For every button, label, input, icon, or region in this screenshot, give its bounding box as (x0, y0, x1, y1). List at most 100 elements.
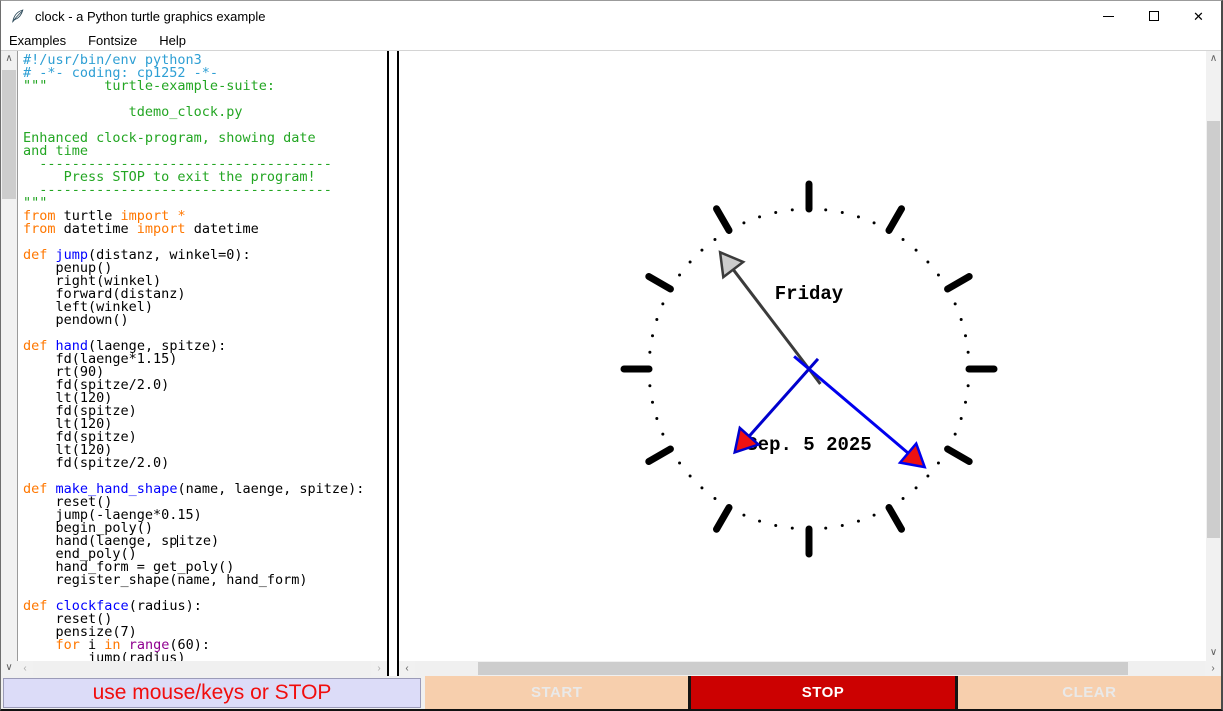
code-pane: #!/usr/bin/env python3 # -*- coding: cp12… (17, 51, 387, 676)
turtle-graphics-canvas[interactable]: Friday Sep. 5 2025 (399, 51, 1206, 661)
minute-dot (966, 350, 970, 354)
minute-dot (774, 524, 778, 528)
close-icon: ✕ (1193, 8, 1204, 24)
scroll-right-icon[interactable]: › (1205, 661, 1221, 676)
hour-tick (713, 504, 733, 533)
main-content: ∧ ∨ #!/usr/bin/env python3 # -*- coding: … (1, 51, 1221, 676)
minute-dot (936, 273, 940, 277)
minute-dot (926, 260, 930, 264)
minute-dot (648, 384, 652, 388)
minute-dot (774, 210, 778, 214)
stop-button[interactable]: STOP (691, 676, 955, 709)
minute-dot (964, 400, 968, 404)
minute-dot (661, 302, 665, 306)
minute-dot (914, 248, 918, 252)
scroll-down-icon[interactable]: ∨ (1, 660, 17, 676)
close-button[interactable]: ✕ (1176, 1, 1221, 31)
menu-examples[interactable]: Examples (1, 31, 77, 50)
scroll-left-icon[interactable]: ‹ (399, 661, 415, 676)
minute-dot (936, 461, 940, 465)
minute-dot (840, 210, 844, 214)
window-title: clock - a Python turtle graphics example (35, 8, 266, 24)
canvas-horizontal-scrollbar[interactable]: ‹ › (399, 661, 1221, 676)
clock-canvas-svg: Friday Sep. 5 2025 (620, 180, 998, 558)
demo-buttons: START STOP CLEAR (425, 676, 1221, 709)
clear-button[interactable]: CLEAR (957, 676, 1221, 709)
minute-dot (700, 248, 704, 252)
minute-dot (964, 334, 968, 338)
hour-tick (645, 273, 674, 293)
minute-dot (688, 260, 692, 264)
minute-dot (856, 519, 860, 523)
hour-tick (885, 205, 905, 234)
minute-dot (872, 221, 876, 225)
hour-tick (645, 445, 674, 465)
minute-dot (655, 318, 659, 322)
minute-dot (713, 238, 717, 242)
minute-dot (966, 384, 970, 388)
status-label: use mouse/keys or STOP (3, 678, 421, 708)
hour-tick (885, 504, 905, 533)
minute-dot (790, 526, 794, 530)
canvas-vscroll-thumb[interactable] (1207, 121, 1220, 538)
menu-fontsize[interactable]: Fontsize (77, 31, 148, 50)
scroll-up-icon[interactable]: ∧ (1, 51, 17, 67)
title-bar[interactable]: clock - a Python turtle graphics example… (1, 1, 1221, 31)
minute-dot (678, 461, 682, 465)
pane-sash[interactable] (387, 51, 399, 676)
turtledemo-window: clock - a Python turtle graphics example… (0, 0, 1223, 711)
canvas-pane: Friday Sep. 5 2025 ∧ ∨ ‹ › (399, 51, 1221, 676)
minute-dot (959, 318, 963, 322)
hour-tick (713, 205, 733, 234)
minute-dot (713, 496, 717, 500)
minute-hand (793, 355, 927, 469)
minute-dot (926, 474, 930, 478)
minute-dot (824, 208, 828, 212)
minute-dot (840, 524, 844, 528)
minimize-icon (1103, 15, 1114, 17)
code-text[interactable]: #!/usr/bin/env python3 # -*- coding: cp12… (17, 51, 387, 661)
canvas-hscroll-thumb[interactable] (478, 662, 1128, 675)
minute-dot (742, 513, 746, 517)
hour-tick (944, 273, 973, 293)
minute-dot (856, 215, 860, 219)
code-vscroll-thumb[interactable] (2, 70, 16, 199)
maximize-button[interactable] (1131, 1, 1176, 31)
code-horizontal-scrollbar[interactable]: ‹ › (17, 661, 387, 676)
minute-dot (678, 273, 682, 277)
minute-dot (914, 486, 918, 490)
code-vertical-scrollbar[interactable]: ∧ ∨ (1, 51, 17, 676)
minute-dot (901, 238, 905, 242)
scroll-up-icon[interactable]: ∧ (1206, 51, 1221, 67)
python-feather-icon (12, 9, 24, 24)
start-button[interactable]: START (425, 676, 689, 709)
scroll-right-icon[interactable]: › (371, 661, 387, 676)
minute-dot (901, 496, 905, 500)
minute-dot (648, 350, 652, 354)
date-label: Sep. 5 2025 (746, 434, 871, 456)
second-hand (718, 250, 822, 385)
minute-dot (661, 432, 665, 436)
bottom-bar: use mouse/keys or STOP START STOP CLEAR (1, 676, 1221, 709)
scroll-down-icon[interactable]: ∨ (1206, 645, 1221, 661)
minute-dot (953, 302, 957, 306)
minimize-button[interactable] (1086, 1, 1131, 31)
maximize-icon (1148, 11, 1159, 21)
minute-dot (872, 513, 876, 517)
menu-help[interactable]: Help (148, 31, 197, 50)
minute-dot (700, 486, 704, 490)
minute-dot (790, 208, 794, 212)
day-label: Friday (775, 283, 844, 305)
minute-dot (650, 334, 654, 338)
minute-dot (824, 526, 828, 530)
canvas-vertical-scrollbar[interactable]: ∧ ∨ (1206, 51, 1221, 661)
menu-bar: Examples Fontsize Help (1, 31, 1221, 51)
minute-dot (758, 519, 762, 523)
minute-dot (758, 215, 762, 219)
minute-dot (655, 416, 659, 420)
minute-dot (650, 400, 654, 404)
minute-dot (953, 432, 957, 436)
minute-dot (742, 221, 746, 225)
scroll-left-icon[interactable]: ‹ (17, 661, 33, 676)
hour-tick (944, 445, 973, 465)
